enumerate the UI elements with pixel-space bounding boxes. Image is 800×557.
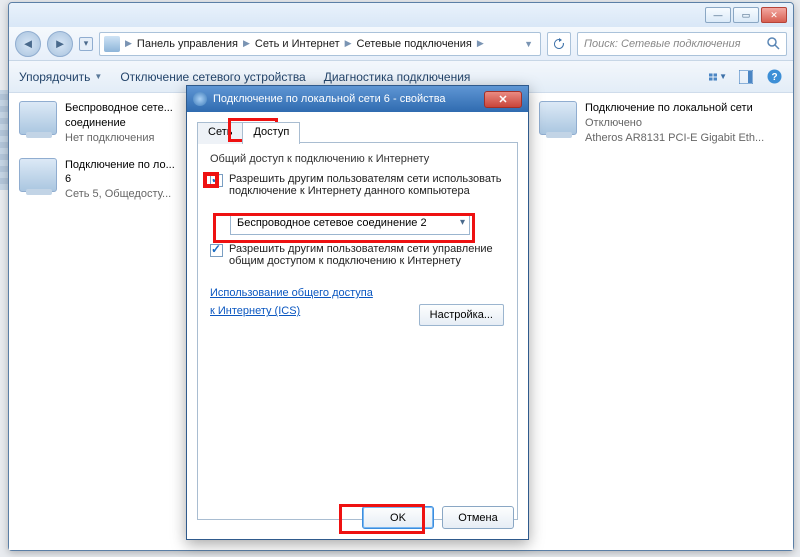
tab-label: Сеть xyxy=(208,126,232,138)
checkbox-label: Разрешить другим пользователям сети упра… xyxy=(229,243,505,267)
connection-name-line2: соединение xyxy=(65,116,173,131)
organize-label: Упорядочить xyxy=(19,70,90,84)
chevron-down-icon: ▼ xyxy=(719,72,727,81)
checkbox-label: Разрешить другим пользователям сети испо… xyxy=(229,173,505,197)
network-adapter-icon xyxy=(19,101,57,135)
tab-sharing[interactable]: Доступ xyxy=(242,122,300,144)
diagnose-button[interactable]: Диагностика подключения xyxy=(324,70,471,84)
minimize-button[interactable]: — xyxy=(705,7,731,23)
search-icon xyxy=(767,37,780,50)
disable-label: Отключение сетевого устройства xyxy=(120,70,305,84)
connection-name: Беспроводное сете... xyxy=(65,101,173,116)
breadcrumb-item[interactable]: Сетевые подключения xyxy=(357,38,472,50)
chevron-right-icon: ▶ xyxy=(240,38,253,49)
diagnose-label: Диагностика подключения xyxy=(324,70,471,84)
refresh-icon xyxy=(553,38,565,50)
chevron-right-icon: ▶ xyxy=(474,38,487,49)
tab-label: Доступ xyxy=(253,126,289,138)
dialog-close-button[interactable]: ✕ xyxy=(484,91,522,108)
forward-button[interactable]: ► xyxy=(47,31,73,57)
dialog-titlebar[interactable]: Подключение по локальной сети 6 - свойст… xyxy=(187,86,528,112)
view-options-button[interactable]: ▼ xyxy=(709,68,727,86)
navigation-bar: ◄ ► ▾ ▶ Панель управления ▶ Сеть и Интер… xyxy=(9,27,793,61)
preview-pane-button[interactable] xyxy=(737,68,755,86)
tab-strip: Сеть Доступ xyxy=(197,122,518,144)
search-placeholder: Поиск: Сетевые подключения xyxy=(584,38,741,50)
desktop-edge xyxy=(0,90,8,190)
help-button[interactable]: ? xyxy=(765,68,783,86)
window-controls: — ▭ ✕ xyxy=(705,7,787,23)
connection-name-line2: 6 xyxy=(65,172,175,187)
group-label: Общий доступ к подключению к Интернету xyxy=(210,153,505,165)
checkbox[interactable] xyxy=(210,174,223,187)
dialog-button-row: OK Отмена xyxy=(362,506,514,529)
ics-help-link[interactable]: Использование общего доступа к Интернету… xyxy=(210,287,373,317)
refresh-button[interactable] xyxy=(547,32,571,56)
ok-button[interactable]: OK xyxy=(362,506,434,529)
dialog-title: Подключение по локальной сети 6 - свойст… xyxy=(213,93,446,105)
history-dropdown[interactable]: ▾ xyxy=(79,37,93,51)
connection-item[interactable]: Беспроводное сете... соединение Нет подк… xyxy=(19,101,199,146)
connection-status: Отключено xyxy=(585,116,764,131)
back-button[interactable]: ◄ xyxy=(15,31,41,57)
breadcrumb[interactable]: ▶ Панель управления ▶ Сеть и Интернет ▶ … xyxy=(99,32,541,56)
maximize-button[interactable]: ▭ xyxy=(733,7,759,23)
connection-status: Сеть 5, Общедосту... xyxy=(65,187,175,202)
network-icon xyxy=(193,92,207,106)
button-label: Отмена xyxy=(458,512,497,524)
tab-panel: Общий доступ к подключению к Интернету Р… xyxy=(197,142,518,520)
properties-dialog: Подключение по локальной сети 6 - свойст… xyxy=(186,85,529,540)
chevron-right-icon: ▶ xyxy=(342,38,355,49)
breadcrumb-item[interactable]: Сеть и Интернет xyxy=(255,38,340,50)
computer-icon xyxy=(104,36,120,52)
chevron-down-icon[interactable]: ▼ xyxy=(521,39,536,49)
button-label: Настройка... xyxy=(430,309,493,321)
breadcrumb-item[interactable]: Панель управления xyxy=(137,38,238,50)
home-network-dropdown[interactable]: Беспроводное сетевое соединение 2 xyxy=(230,213,470,235)
connection-status: Нет подключения xyxy=(65,131,173,146)
network-adapter-icon xyxy=(539,101,577,135)
network-adapter-icon xyxy=(19,158,57,192)
disable-device-button[interactable]: Отключение сетевого устройства xyxy=(120,70,305,84)
dropdown-value: Беспроводное сетевое соединение 2 xyxy=(237,217,427,229)
chevron-right-icon: ▶ xyxy=(122,38,135,49)
search-input[interactable]: Поиск: Сетевые подключения xyxy=(577,32,787,56)
cancel-button[interactable]: Отмена xyxy=(442,506,514,529)
connection-name: Подключение по локальной сети xyxy=(585,101,764,116)
allow-sharing-checkbox-row[interactable]: Разрешить другим пользователям сети испо… xyxy=(210,173,505,197)
button-label: OK xyxy=(390,512,406,524)
tab-network[interactable]: Сеть xyxy=(197,122,243,144)
connection-item[interactable]: Подключение по локальной сети Отключено … xyxy=(539,101,769,146)
checkbox[interactable] xyxy=(210,244,223,257)
close-button[interactable]: ✕ xyxy=(761,7,787,23)
allow-control-checkbox-row[interactable]: Разрешить другим пользователям сети упра… xyxy=(210,243,505,267)
settings-button[interactable]: Настройка... xyxy=(419,304,504,326)
connection-item[interactable]: Подключение по ло... 6 Сеть 5, Общедосту… xyxy=(19,158,199,203)
connection-device: Atheros AR8131 PCI-E Gigabit Eth... xyxy=(585,131,764,146)
svg-text:?: ? xyxy=(771,72,777,83)
connection-name: Подключение по ло... xyxy=(65,158,175,173)
window-titlebar[interactable]: — ▭ ✕ xyxy=(9,3,793,27)
organize-menu[interactable]: Упорядочить ▼ xyxy=(19,70,102,84)
chevron-down-icon: ▼ xyxy=(94,72,102,81)
